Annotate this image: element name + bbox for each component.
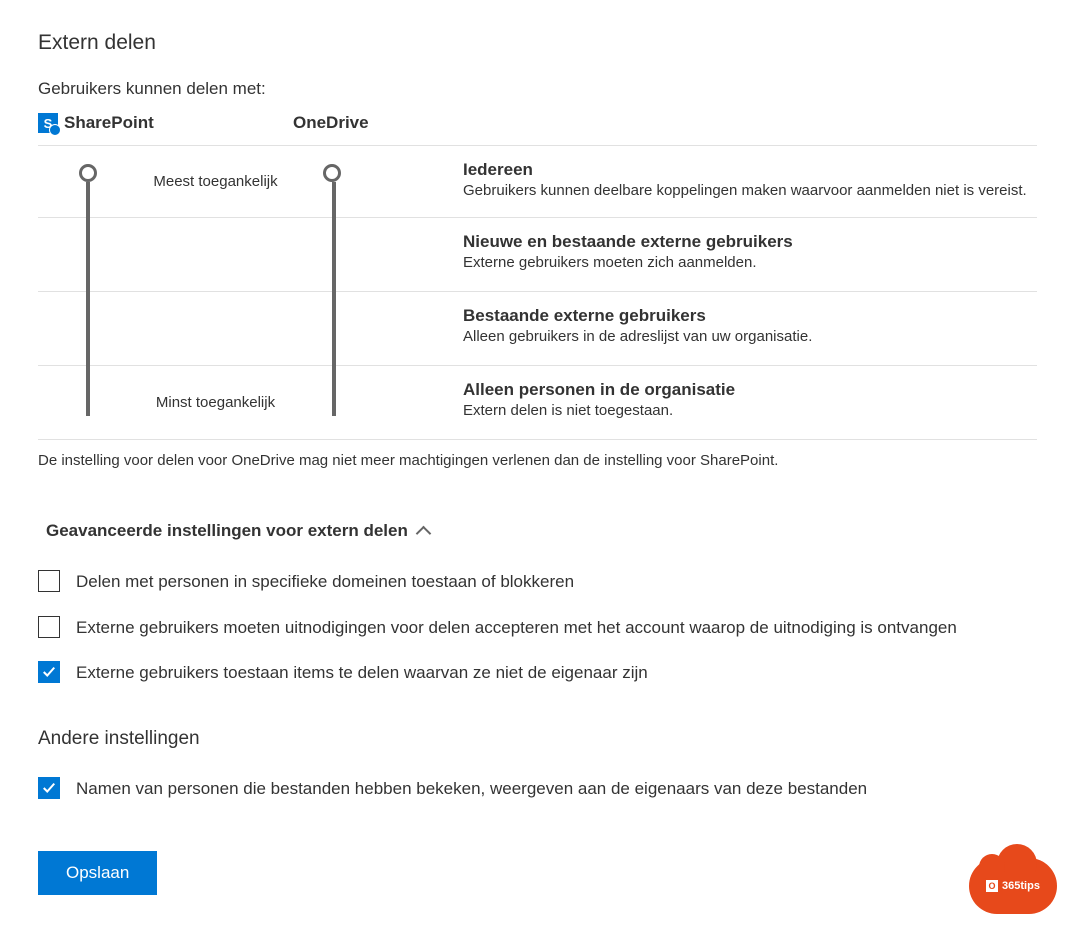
onedrive-slider-track bbox=[332, 218, 336, 292]
check-row-domains: Delen met personen in specifieke domeine… bbox=[38, 569, 1037, 595]
advanced-settings-toggle[interactable]: Geavanceerde instellingen voor extern de… bbox=[46, 521, 1037, 541]
columns-header: S SharePoint OneDrive bbox=[38, 113, 1037, 146]
checkbox-label: Namen van personen die bestanden hebben … bbox=[76, 776, 867, 802]
checkbox-accept-invite[interactable] bbox=[38, 616, 60, 638]
check-row-reshare: Externe gebruikers toestaan items te del… bbox=[38, 660, 1037, 686]
check-row-accept-invite: Externe gebruikers moeten uitnodigingen … bbox=[38, 615, 1037, 641]
level-title: Bestaande externe gebruikers bbox=[463, 306, 1037, 326]
onedrive-slider-track bbox=[332, 292, 336, 366]
other-settings-header: Andere instellingen bbox=[38, 728, 1037, 750]
page-title: Extern delen bbox=[38, 31, 1037, 55]
share-with-subtitle: Gebruikers kunnen delen met: bbox=[38, 79, 1037, 99]
chevron-up-icon bbox=[418, 525, 430, 537]
footnote: De instelling voor delen voor OneDrive m… bbox=[38, 452, 1037, 469]
checkbox-viewers[interactable] bbox=[38, 777, 60, 799]
office-icon: O bbox=[986, 880, 998, 892]
level-title: Nieuwe en bestaande externe gebruikers bbox=[463, 232, 1037, 252]
checkbox-reshare[interactable] bbox=[38, 661, 60, 683]
sharepoint-slider-handle[interactable] bbox=[79, 164, 97, 182]
sharepoint-slider-track bbox=[86, 366, 90, 416]
sharepoint-column-label: SharePoint bbox=[64, 113, 154, 133]
sharepoint-slider-track bbox=[86, 292, 90, 366]
most-accessible-label: Meest toegankelijk bbox=[138, 146, 293, 217]
least-accessible-label: Minst toegankelijk bbox=[138, 366, 293, 439]
level-row-new-existing: Nieuwe en bestaande externe gebruikers E… bbox=[38, 218, 1037, 292]
level-row-everyone: Meest toegankelijk Iedereen Gebruikers k… bbox=[38, 146, 1037, 218]
check-row-viewers: Namen van personen die bestanden hebben … bbox=[38, 776, 1037, 802]
level-desc: Alleen gebruikers in de adreslijst van u… bbox=[463, 328, 1037, 345]
checkbox-label: Delen met personen in specifieke domeine… bbox=[76, 569, 574, 595]
level-desc: Extern delen is niet toegestaan. bbox=[463, 402, 1037, 419]
badge-text: 365tips bbox=[1002, 880, 1040, 892]
level-title: Alleen personen in de organisatie bbox=[463, 380, 1037, 400]
level-row-org-only: Minst toegankelijk Alleen personen in de… bbox=[38, 366, 1037, 440]
sharepoint-slider-track bbox=[86, 218, 90, 292]
checkbox-domains[interactable] bbox=[38, 570, 60, 592]
onedrive-slider-handle[interactable] bbox=[323, 164, 341, 182]
sharepoint-slider-track bbox=[86, 182, 90, 218]
save-button[interactable]: Opslaan bbox=[38, 851, 157, 895]
onedrive-slider-track bbox=[332, 182, 336, 218]
checkbox-label: Externe gebruikers moeten uitnodigingen … bbox=[76, 615, 957, 641]
onedrive-column-label: OneDrive bbox=[293, 113, 369, 132]
advanced-settings-label: Geavanceerde instellingen voor extern de… bbox=[46, 521, 408, 541]
level-desc: Externe gebruikers moeten zich aanmelden… bbox=[463, 254, 1037, 271]
365tips-badge: O 365tips bbox=[969, 858, 1057, 914]
level-title: Iedereen bbox=[463, 160, 1037, 180]
level-desc: Gebruikers kunnen deelbare koppelingen m… bbox=[463, 182, 1037, 199]
sharepoint-icon: S bbox=[38, 113, 58, 133]
level-row-existing: Bestaande externe gebruikers Alleen gebr… bbox=[38, 292, 1037, 366]
onedrive-slider-track bbox=[332, 366, 336, 416]
checkbox-label: Externe gebruikers toestaan items te del… bbox=[76, 660, 648, 686]
